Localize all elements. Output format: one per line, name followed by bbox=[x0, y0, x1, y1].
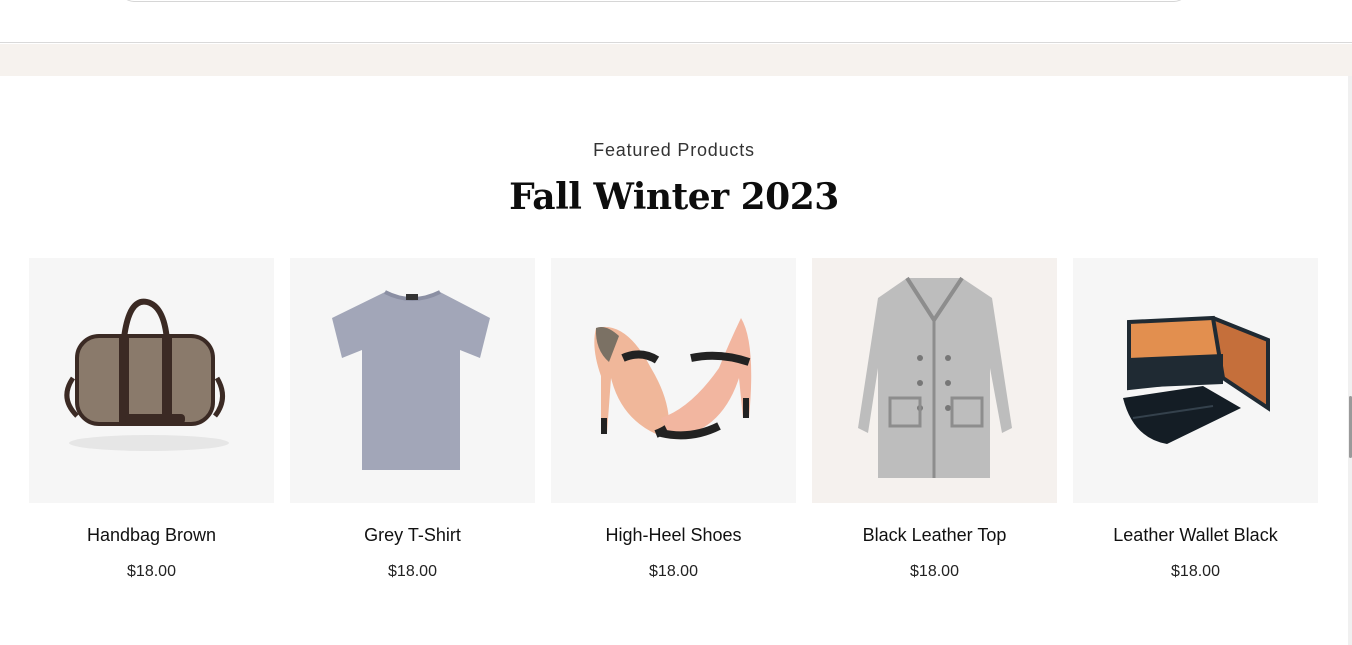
product-grid: Handbag Brown $18.00 Grey T-Shirt $18.00 bbox=[29, 258, 1319, 598]
product-image[interactable] bbox=[1073, 258, 1318, 503]
product-price: $18.00 bbox=[388, 563, 437, 580]
product-name[interactable]: High-Heel Shoes bbox=[551, 525, 796, 546]
product-image[interactable] bbox=[29, 258, 274, 503]
coat-icon bbox=[858, 276, 1012, 478]
product-price: $18.00 bbox=[127, 563, 176, 580]
product-card[interactable]: Leather Wallet Black $18.00 bbox=[1073, 258, 1318, 598]
product-card[interactable]: Grey T-Shirt $18.00 bbox=[290, 258, 535, 598]
section-eyebrow: Featured Products bbox=[593, 140, 755, 160]
product-price: $18.00 bbox=[1171, 563, 1220, 580]
product-image[interactable] bbox=[812, 258, 1057, 503]
product-card[interactable]: High-Heel Shoes $18.00 bbox=[551, 258, 796, 598]
product-image[interactable] bbox=[551, 258, 796, 503]
product-card[interactable]: Handbag Brown $18.00 bbox=[29, 258, 274, 598]
product-card[interactable]: Black Leather Top $18.00 bbox=[812, 258, 1057, 598]
shoes-icon bbox=[594, 318, 752, 440]
product-name[interactable]: Black Leather Top bbox=[812, 525, 1057, 546]
section-divider-band bbox=[0, 44, 1352, 76]
section-title: Fall Winter 2023 bbox=[509, 176, 839, 218]
product-price: $18.00 bbox=[649, 563, 698, 580]
page-scrollbar[interactable] bbox=[1348, 76, 1352, 645]
product-name[interactable]: Handbag Brown bbox=[29, 525, 274, 546]
header-bar bbox=[0, 0, 1352, 43]
product-name[interactable]: Leather Wallet Black bbox=[1073, 525, 1318, 546]
wallet-icon bbox=[1123, 315, 1270, 444]
tshirt-icon bbox=[332, 290, 490, 470]
product-image[interactable] bbox=[290, 258, 535, 503]
product-price: $18.00 bbox=[910, 563, 959, 580]
search-bar-edge[interactable] bbox=[120, 0, 1188, 2]
product-name[interactable]: Grey T-Shirt bbox=[290, 525, 535, 546]
handbag-icon bbox=[64, 298, 229, 451]
featured-products-section: Featured Products Fall Winter 2023 Handb… bbox=[0, 76, 1348, 645]
